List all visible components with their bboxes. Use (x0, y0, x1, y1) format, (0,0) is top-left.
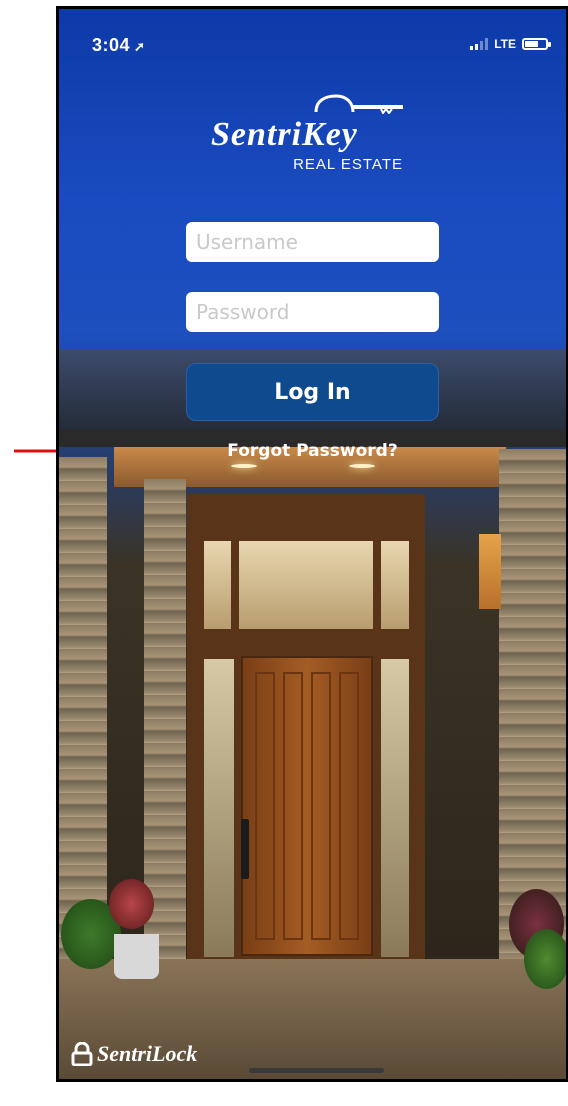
front-door (241, 656, 373, 956)
ceiling-light (231, 464, 257, 468)
password-input[interactable] (186, 292, 439, 332)
network-type: LTE (494, 37, 516, 51)
door-panel (255, 672, 275, 940)
signal-bars-icon (470, 38, 489, 50)
window-mullion (231, 541, 239, 629)
sentrilock-text: SentriLock (97, 1041, 198, 1066)
window-mullion (373, 541, 381, 629)
plant-right-green (524, 929, 566, 989)
forgot-password-link[interactable]: Forgot Password? (59, 441, 566, 461)
status-right: LTE (470, 37, 551, 51)
door-handle (241, 819, 249, 879)
logo-subtitle: REAL ESTATE (293, 156, 403, 173)
door-panel (339, 672, 359, 940)
sidelight-left (204, 659, 234, 957)
clock-time: 3:04 (92, 35, 131, 55)
sidelight-right (381, 659, 409, 957)
sentrilock-brand: SentriLock (71, 1041, 197, 1067)
location-arrow-icon: ➚ (134, 39, 146, 54)
side-window (479, 534, 501, 609)
key-logo-icon (314, 94, 403, 114)
home-indicator[interactable] (249, 1068, 384, 1073)
door-panel (283, 672, 303, 940)
username-input[interactable] (186, 222, 439, 262)
phone-screen: 3:04➚ LTE SentriKey REAL ESTATE Log In F… (56, 6, 568, 1082)
flower-pot-left (114, 934, 159, 979)
status-bar: 3:04 ➚ LTE (59, 25, 566, 55)
door-panel (311, 672, 331, 940)
lock-icon (71, 1042, 93, 1066)
status-time: 3:04 ➚ (92, 35, 145, 56)
door-header (187, 629, 425, 655)
flowers-left (109, 879, 154, 929)
app-logo: SentriKey REAL ESTATE (211, 94, 411, 179)
login-button[interactable]: Log In (186, 363, 439, 421)
battery-icon (522, 38, 551, 50)
logo-brand-text: SentriKey (211, 116, 358, 153)
ceiling-light (349, 464, 375, 468)
